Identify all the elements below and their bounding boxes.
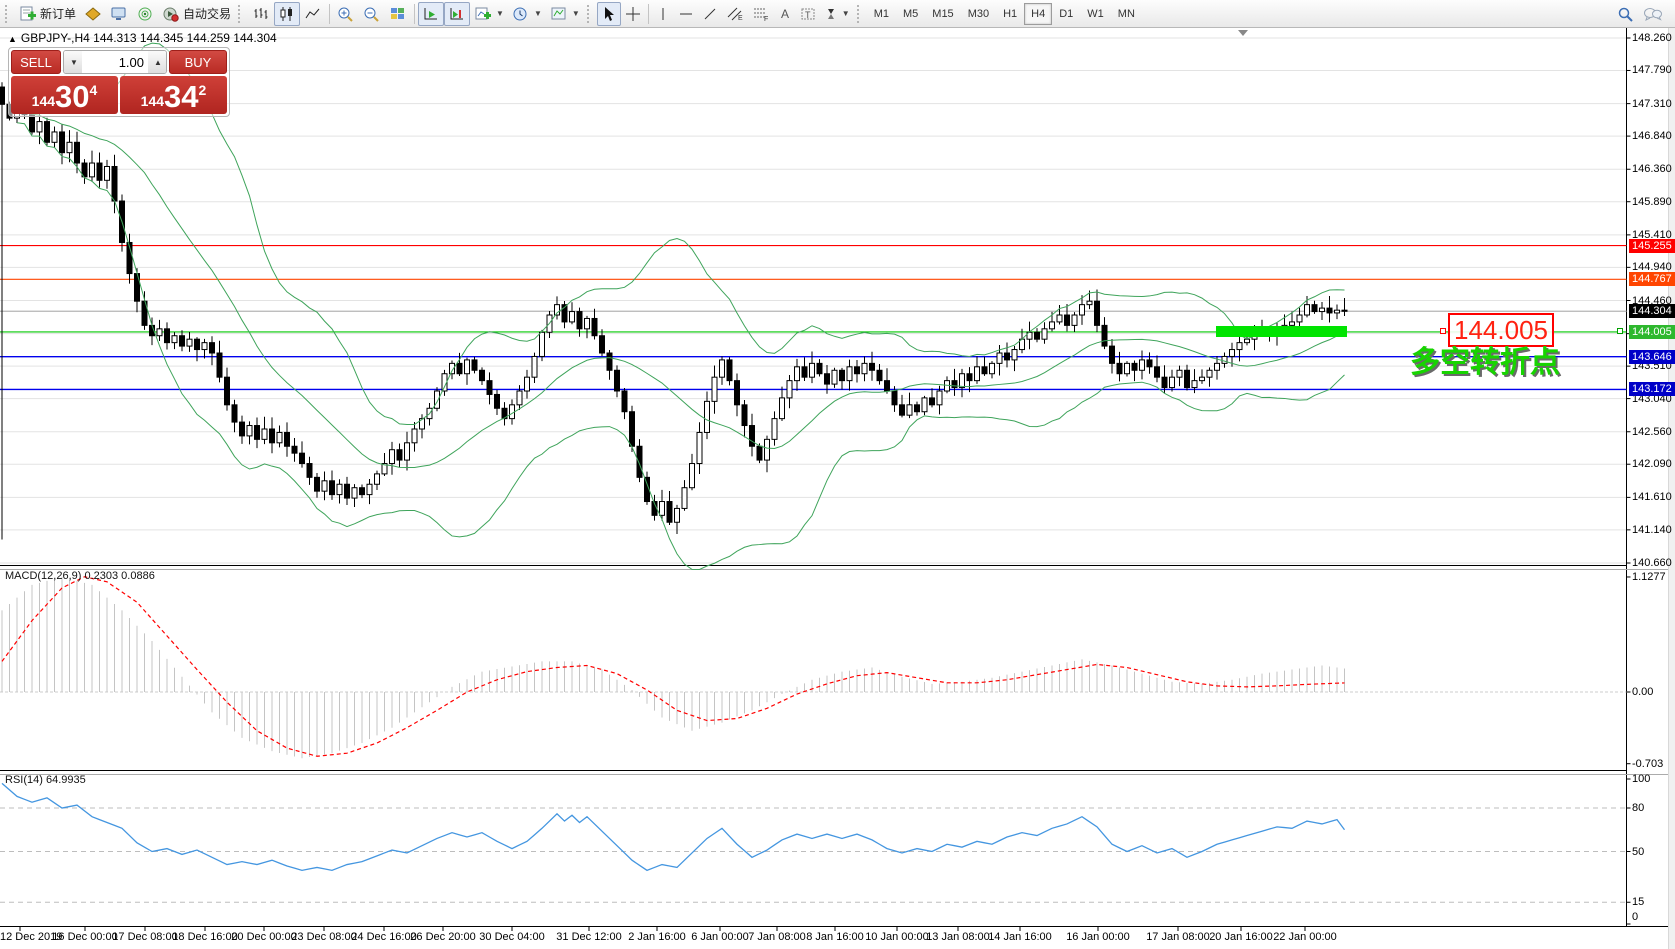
rsi-axis-label: 50 <box>1632 845 1645 858</box>
time-axis-label: 7 Jan 08:00 <box>748 931 806 943</box>
time-axis-label: 17 Dec 08:00 <box>112 931 178 943</box>
price-axis-label: 142.090 <box>1632 458 1672 471</box>
time-axis-label: 31 Dec 12:00 <box>556 931 622 943</box>
price-axis-label: 145.890 <box>1632 195 1672 208</box>
time-axis-label: 17 Jan 08:00 <box>1146 931 1210 943</box>
time-axis-label: 10 Jan 00:00 <box>865 931 929 943</box>
time-axis-label: 2 Jan 16:00 <box>628 931 686 943</box>
time-axis-label: 30 Dec 04:00 <box>479 931 545 943</box>
volume-increase-button[interactable]: ▲ <box>148 51 166 73</box>
volume-decrease-button[interactable]: ▼ <box>64 51 82 73</box>
time-axis-label: 14 Jan 16:00 <box>988 931 1052 943</box>
price-badge-143.172[interactable]: 143.172 <box>1629 382 1675 397</box>
chart-shift-marker[interactable] <box>1238 30 1248 36</box>
rsi-axis-label: 15 <box>1632 896 1645 909</box>
price-badge-144.005[interactable]: 144.005 <box>1629 324 1675 339</box>
sell-price-sup: 4 <box>89 82 98 98</box>
buy-button[interactable]: BUY <box>169 50 227 74</box>
sell-price-prefix: 144 <box>31 93 56 109</box>
collapse-arrow-icon[interactable]: ▲ <box>8 34 17 44</box>
volume-box: ▼ ▲ <box>63 50 167 74</box>
one-click-trading-panel: SELL ▼ ▲ BUY 144 30 4 144 34 2 <box>8 47 230 117</box>
price-badge-143.646[interactable]: 143.646 <box>1629 349 1675 364</box>
time-axis-label: 24 Dec 16:00 <box>351 931 417 943</box>
rsi-label: RSI(14) 64.9935 <box>5 774 86 786</box>
time-axis-label: 23 Dec 08:00 <box>291 931 357 943</box>
chart-title-text: GBPJPY-,H4 144.313 144.345 144.259 144.3… <box>20 31 277 45</box>
price-axis-label: 146.840 <box>1632 130 1672 143</box>
buy-price[interactable]: 144 34 2 <box>120 76 227 114</box>
rsi-axis-label: 0 <box>1632 911 1639 923</box>
macd-axis-label: -0.703 <box>1632 757 1664 770</box>
sell-price-main: 30 <box>55 79 90 114</box>
macd-axis-label: 0.00 <box>1632 686 1654 698</box>
rsi-axis-label: 100 <box>1632 773 1651 785</box>
price-badge-144.767[interactable]: 144.767 <box>1629 272 1675 287</box>
green-highlight-bar[interactable] <box>1216 326 1347 337</box>
time-axis-label: 26 Dec 20:00 <box>410 931 476 943</box>
sell-price[interactable]: 144 30 4 <box>11 76 118 114</box>
price-axis-label: 141.140 <box>1632 523 1672 536</box>
price-badge-144.304[interactable]: 144.304 <box>1629 304 1675 319</box>
hline-anchor-marker[interactable] <box>1440 328 1446 334</box>
sell-button[interactable]: SELL <box>11 50 61 74</box>
buy-price-sup: 2 <box>198 82 207 98</box>
buy-price-main: 34 <box>164 79 199 114</box>
mt4-window: 新订单 自动交易 ▼ ▼ ▼ E F A T ▼ M1 M5 M15 M30 H… <box>0 0 1675 949</box>
macd-label: MACD(12,26,9) 0.2303 0.0886 <box>5 570 155 582</box>
price-badge-145.255[interactable]: 145.255 <box>1629 238 1675 253</box>
cn-annotation-text[interactable]: 多空转折点 <box>1410 337 1560 381</box>
buy-price-prefix: 144 <box>140 93 165 109</box>
volume-input[interactable] <box>82 51 148 73</box>
time-axis-label: 16 Dec 00:00 <box>52 931 118 943</box>
macd-axis-label: 1.1277 <box>1632 570 1666 583</box>
time-axis-label: 20 Jan 16:00 <box>1209 931 1273 943</box>
price-axis-label: 146.360 <box>1632 163 1672 176</box>
time-axis-label: 22 Jan 00:00 <box>1273 931 1337 943</box>
time-axis-label: 13 Jan 08:00 <box>926 931 990 943</box>
chart-canvas[interactable] <box>0 0 1675 949</box>
price-axis-label: 147.310 <box>1632 97 1672 110</box>
time-axis-label: 8 Jan 16:00 <box>806 931 864 943</box>
price-axis-label: 141.610 <box>1632 491 1672 504</box>
time-axis-label: 18 Dec 16:00 <box>172 931 238 943</box>
price-axis-label: 147.790 <box>1632 64 1672 77</box>
time-axis-label: 6 Jan 00:00 <box>691 931 749 943</box>
rsi-axis-label: 80 <box>1632 802 1645 814</box>
time-axis-label: 16 Jan 00:00 <box>1066 931 1130 943</box>
time-axis-label: 20 Dec 00:00 <box>231 931 297 943</box>
price-axis-label: 148.260 <box>1632 32 1672 44</box>
hline-anchor-marker[interactable] <box>1617 328 1623 334</box>
chart-title: ▲ GBPJPY-,H4 144.313 144.345 144.259 144.… <box>8 31 277 45</box>
price-axis-label: 140.660 <box>1632 557 1672 569</box>
price-axis-label: 142.560 <box>1632 425 1672 438</box>
